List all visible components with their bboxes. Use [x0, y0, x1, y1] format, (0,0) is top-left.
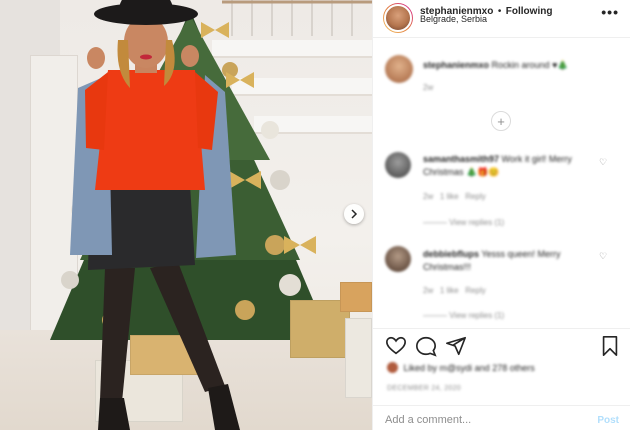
comment-0: stephanienmxo Rockin around ♥🎄 [423, 59, 613, 72]
next-photo-button[interactable] [344, 204, 364, 224]
post-photo[interactable] [0, 0, 372, 430]
comment-username[interactable]: debbiebflups [423, 249, 479, 259]
replies-line: ——— [423, 311, 447, 320]
comment-meta: 2w 1 like Reply [423, 286, 486, 295]
view-replies-button[interactable]: ——— View replies (1) [423, 311, 504, 320]
comment-username[interactable]: samanthasmith97 [423, 154, 499, 164]
load-more-comments-button[interactable]: + [491, 111, 511, 131]
follow-button[interactable]: Following [506, 6, 553, 17]
view-replies-label: View replies (1) [449, 311, 505, 320]
comment-like-count[interactable]: 1 like [440, 286, 459, 295]
comment-avatar[interactable] [385, 246, 411, 272]
post-panel: stephanienmxo • Following Belgrade, Serb… [372, 0, 630, 430]
likes-text: Liked by m@sydi and 278 others [403, 363, 535, 373]
comment-icon[interactable] [415, 335, 437, 357]
liker-avatar [387, 362, 398, 373]
avatar [384, 4, 412, 32]
add-comment-bar: Post [373, 405, 630, 430]
share-icon[interactable] [445, 335, 467, 357]
chevron-right-icon [351, 209, 358, 219]
comment-meta: 2w 1 like Reply [423, 192, 486, 201]
post-header: stephanienmxo • Following Belgrade, Serb… [373, 0, 630, 38]
avatar-ring[interactable] [383, 3, 413, 33]
comment-reply-button[interactable]: Reply [465, 286, 485, 295]
person-figure [70, 0, 240, 430]
comment-text: Rockin around ♥🎄 [491, 60, 569, 70]
comment-time: 2w [423, 83, 434, 92]
likes-summary[interactable]: Liked by m@sydi and 278 others [387, 362, 535, 373]
comment-avatar[interactable] [385, 152, 411, 178]
heart-icon[interactable] [385, 335, 407, 357]
comment-reply-button[interactable]: Reply [465, 192, 485, 201]
comment-1: samanthasmith97 Work it girl! Merry Chri… [423, 153, 603, 179]
post-comment-button[interactable]: Post [597, 415, 619, 426]
comment-like-icon[interactable]: ♡ [599, 251, 607, 262]
comment-time: 2w [423, 286, 434, 295]
view-replies-button[interactable]: ——— View replies (1) [423, 218, 504, 227]
comment-like-count[interactable]: 1 like [440, 192, 459, 201]
add-comment-input[interactable] [385, 414, 575, 426]
plus-icon: + [497, 113, 505, 129]
replies-line: ——— [423, 218, 447, 227]
separator-dot: • [497, 6, 502, 17]
comment-2: debbiebflups Yesss queen! Merry Christma… [423, 248, 603, 274]
comments-list: stephanienmxo Rockin around ♥🎄 2w + sama… [373, 39, 630, 324]
bookmark-icon[interactable] [599, 335, 621, 357]
view-replies-label: View replies (1) [449, 218, 505, 227]
comment-time: 2w [423, 192, 434, 201]
more-options-icon[interactable]: ••• [601, 4, 619, 20]
post-location[interactable]: Belgrade, Serbia [420, 14, 487, 24]
comment-avatar[interactable] [385, 55, 413, 83]
comment-username[interactable]: stephanienmxo [423, 60, 489, 70]
post-timestamp: DECEMBER 24, 2020 [387, 385, 461, 392]
comment-like-icon[interactable]: ♡ [599, 157, 607, 168]
action-bar [373, 328, 630, 358]
